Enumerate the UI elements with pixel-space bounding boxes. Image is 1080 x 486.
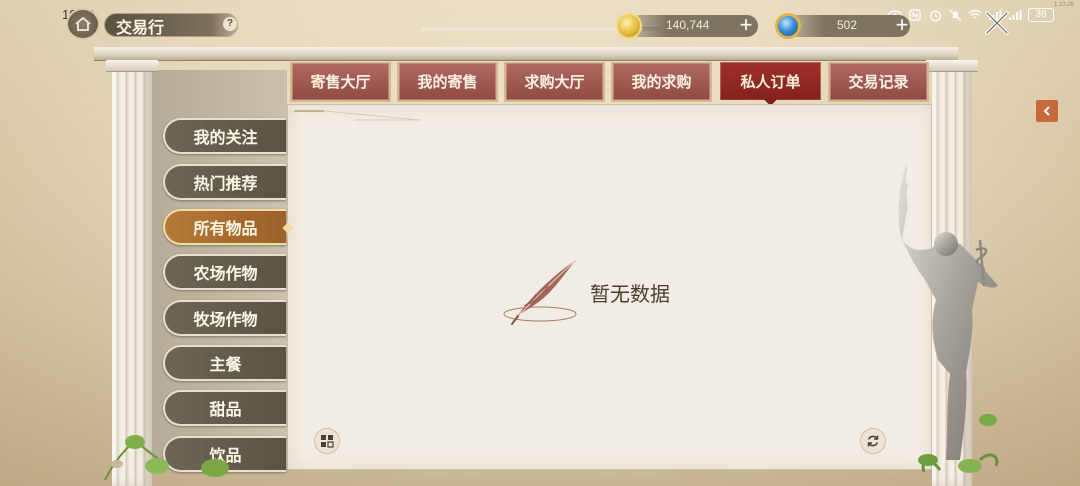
vine-decoration	[104, 435, 229, 481]
category-hot-picks[interactable]: 热门推荐	[163, 164, 286, 200]
chevron-left-icon	[1043, 106, 1050, 116]
mute-icon	[948, 8, 962, 22]
category-main-dishes[interactable]: 主餐	[163, 345, 286, 381]
alarm-icon	[928, 8, 942, 22]
quill-pen-icon	[503, 260, 577, 325]
close-button[interactable]	[982, 8, 1012, 38]
tab-trade-records[interactable]: 交易记录	[828, 62, 929, 102]
progress-fill	[420, 27, 644, 31]
collapse-button[interactable]	[1036, 100, 1058, 122]
tab-consignment-hall[interactable]: 寄售大厅	[290, 62, 391, 102]
gold-value: 140,744	[666, 18, 710, 32]
add-gem-button[interactable]: +	[891, 14, 913, 36]
tab-my-purchase[interactable]: 我的求购	[611, 62, 712, 102]
right-column-capital	[926, 60, 978, 72]
gem-icon	[775, 13, 801, 39]
tab-bar: 寄售大厅 我的寄售 求购大厅 我的求购 私人订单 交易记录	[290, 62, 930, 106]
gem-value: 502	[837, 18, 858, 32]
battery-indicator: 36	[1028, 8, 1054, 22]
page-title: 交易行	[116, 18, 165, 37]
home-button[interactable]	[66, 8, 100, 40]
hermes-statue	[898, 164, 999, 473]
wifi-icon	[968, 8, 982, 22]
panel-ornament	[294, 110, 421, 121]
category-farm-crops[interactable]: 农场作物	[163, 254, 286, 290]
empty-state-text: 暂无数据	[590, 282, 670, 306]
gold-coin-icon	[616, 13, 642, 39]
home-icon	[75, 16, 91, 31]
tab-private-orders[interactable]: 私人订单	[720, 62, 821, 106]
layout-toggle-button[interactable]	[314, 428, 340, 454]
grid-layout-icon	[321, 435, 334, 448]
add-gold-button[interactable]: +	[735, 14, 757, 36]
left-column-capital	[106, 60, 158, 72]
category-my-follows[interactable]: 我的关注	[163, 118, 286, 154]
category-all-items[interactable]: 所有物品	[163, 209, 286, 245]
version-code: 1.10.29	[1053, 2, 1074, 8]
help-icon[interactable]: ?	[223, 17, 237, 31]
empty-state: 暂无数据	[500, 258, 700, 328]
tab-my-consignment[interactable]: 我的寄售	[397, 62, 498, 102]
tab-purchase-hall[interactable]: 求购大厅	[504, 62, 605, 102]
close-icon	[985, 11, 1009, 35]
temple-entablature	[94, 47, 958, 61]
refresh-icon	[867, 435, 879, 447]
category-ranch-products[interactable]: 牧场作物	[163, 300, 286, 336]
